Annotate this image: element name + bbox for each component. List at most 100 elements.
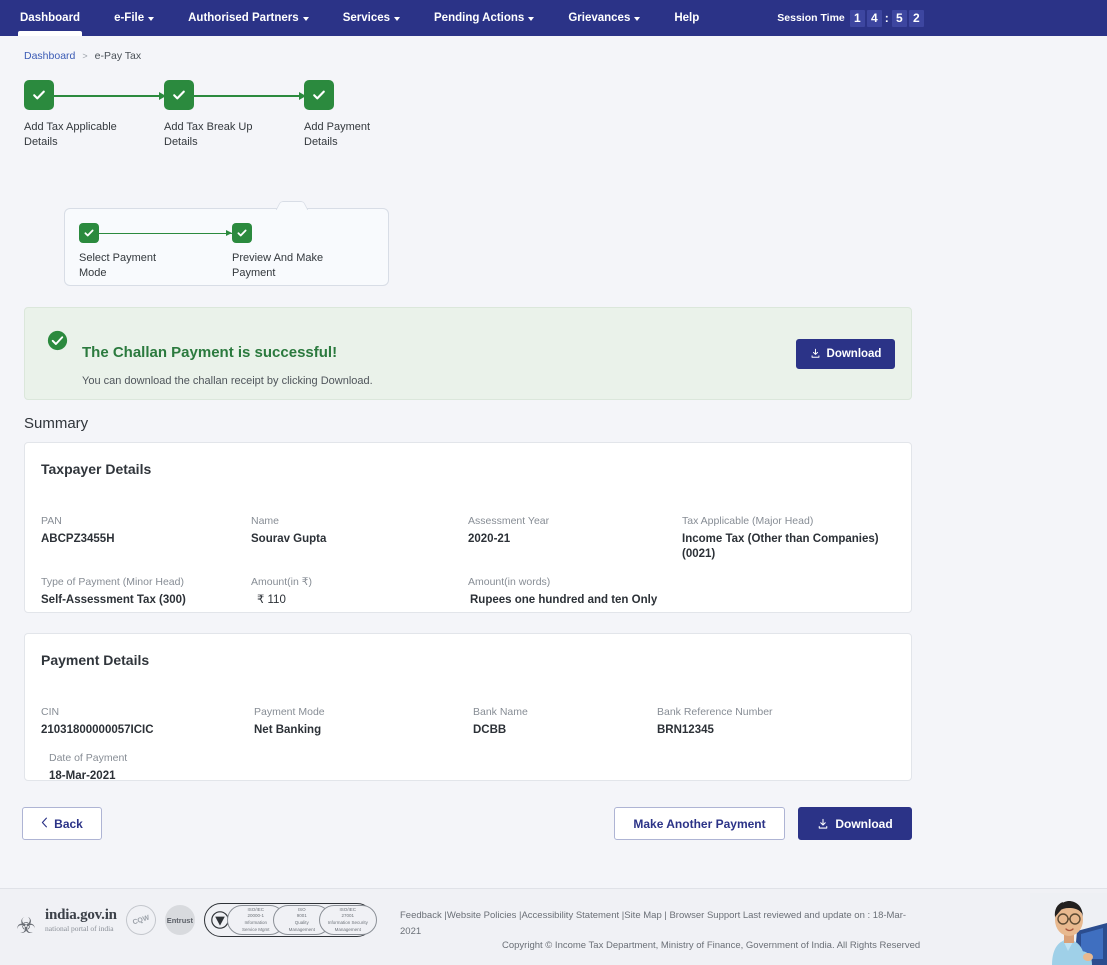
chevron-down-icon [148, 17, 154, 21]
download-button-label: Download [835, 817, 892, 831]
field-amount-in-words: Amount(in words) Rupees one hundred and … [468, 576, 728, 608]
chevron-left-icon [41, 817, 48, 831]
nav-item-label: Authorised Partners [188, 12, 299, 24]
nav-item-efile[interactable]: e-File [114, 0, 154, 36]
field-type-of-payment-minor-head: Type of Payment (Minor Head) Self-Assess… [41, 576, 251, 608]
chevron-down-icon [394, 17, 400, 21]
step-label-line2: Details [164, 136, 198, 148]
cqw-seal-icon: CQW [122, 901, 160, 939]
india-gov-title: india.gov.in [45, 907, 117, 924]
field-label: Bank Name [473, 706, 673, 718]
field-bank-reference-number: Bank Reference Number BRN12345 [657, 706, 877, 738]
stepper-connector [194, 95, 306, 97]
nav-item-label: Grievances [568, 12, 630, 24]
banner-download-label: Download [827, 348, 882, 360]
progress-stepper: Add Tax Applicable Details Add Tax Break… [24, 80, 444, 150]
breadcrumb-current: e-Pay Tax [95, 50, 142, 62]
stepper-step-label: Add Payment Details [304, 120, 414, 150]
download-icon [810, 348, 821, 359]
field-label: Name [251, 515, 451, 527]
nav-item-pending-actions[interactable]: Pending Actions [434, 0, 534, 36]
field-tax-applicable-major-head: Tax Applicable (Major Head) Income Tax (… [682, 515, 892, 562]
field-value: Income Tax (Other than Companies) (0021) [682, 532, 892, 562]
cqw-seal-label: CQW [132, 914, 150, 926]
session-timer: Session Time 1 4 : 5 2 [777, 10, 924, 27]
iso-badge-line4: Management [335, 927, 361, 934]
iso-badge-line4: Service Mgmt [242, 927, 270, 934]
stepper-step-1[interactable]: Add Tax Applicable Details [24, 80, 164, 150]
nav-item-dashboard[interactable]: Dashboard [20, 0, 80, 36]
india-gov-logo[interactable]: india.gov.in national portal of india [45, 907, 117, 933]
chevron-down-icon [528, 17, 534, 21]
virtual-assistant-avatar[interactable] [1030, 893, 1107, 965]
field-value: ₹ 110 [251, 593, 451, 608]
field-label: Amount(in words) [468, 576, 728, 588]
nav-item-help[interactable]: Help [674, 0, 699, 36]
substep-select-payment-mode[interactable]: Select Payment Mode [79, 223, 232, 281]
download-icon [817, 818, 829, 830]
field-value: Rupees one hundred and ten Only [468, 593, 728, 608]
success-banner: The Challan Payment is successful! You c… [24, 307, 912, 400]
back-button-label: Back [54, 817, 83, 831]
success-banner-subtitle: You can download the challan receipt by … [82, 375, 796, 387]
field-label: Date of Payment [49, 752, 249, 764]
breadcrumb: Dashboard > e-Pay Tax [0, 36, 1107, 62]
nav-item-grievances[interactable]: Grievances [568, 0, 640, 36]
stepper-step-2[interactable]: Add Tax Break Up Details [164, 80, 304, 150]
field-label: Assessment Year [468, 515, 668, 527]
nav-item-label: Services [343, 12, 390, 24]
back-button[interactable]: Back [22, 807, 102, 840]
field-name: Name Sourav Gupta [251, 515, 451, 547]
payment-details-heading: Payment Details [25, 634, 911, 668]
national-emblem-icon: ☣ [16, 903, 36, 937]
banner-download-button[interactable]: Download [796, 339, 895, 369]
success-check-icon [47, 330, 68, 356]
check-icon [232, 223, 252, 243]
payment-details-card: Payment Details CIN 21031800000057ICIC P… [24, 633, 912, 781]
taxpayer-details-card: Taxpayer Details PAN ABCPZ3455H Name Sou… [24, 442, 912, 613]
callout-arrow [288, 201, 309, 210]
iso-badge-line2: 20000-1 [248, 913, 265, 920]
iso-badge-line1: ISO/IEC [248, 907, 265, 914]
iso-badge-line3: Information [245, 920, 268, 927]
field-date-of-payment: Date of Payment 18-Mar-2021 [49, 752, 249, 784]
field-value: DCBB [473, 723, 673, 738]
nav-item-label: Dashboard [20, 12, 80, 24]
check-icon [304, 80, 334, 110]
footer-logos: ☣ india.gov.in national portal of india … [16, 903, 374, 937]
footer-links[interactable]: Feedback |Website Policies |Accessibilit… [400, 908, 920, 940]
nav-item-authorised-partners[interactable]: Authorised Partners [188, 0, 309, 36]
field-label: Payment Mode [254, 706, 454, 718]
substep-list: Select Payment Mode Preview And Make Pay… [65, 209, 388, 281]
session-timer-digits: 1 4 : 5 2 [850, 10, 924, 27]
field-payment-mode: Payment Mode Net Banking [254, 706, 454, 738]
footer-copyright: Copyright © Income Tax Department, Minis… [502, 940, 920, 951]
summary-heading: Summary [24, 415, 88, 432]
substep-panel: Select Payment Mode Preview And Make Pay… [64, 208, 389, 286]
substep-connector [99, 233, 232, 234]
field-value: Sourav Gupta [251, 532, 451, 547]
field-amount-in-rupees: Amount(in ₹) ₹ 110 [251, 576, 451, 608]
session-digit: 1 [850, 10, 865, 27]
step-label-line1: Add Payment [304, 121, 370, 133]
nav-item-services[interactable]: Services [343, 0, 400, 36]
substep-label-line1: Preview And Make [232, 252, 323, 264]
taxpayer-details-heading: Taxpayer Details [25, 443, 911, 477]
substep-preview-and-make-payment[interactable]: Preview And Make Payment [232, 223, 385, 281]
make-another-payment-label: Make Another Payment [633, 817, 765, 831]
field-value: 21031800000057ICIC [41, 723, 241, 738]
nav-menu: Dashboard e-File Authorised Partners Ser… [0, 0, 733, 36]
nav-item-label: Help [674, 12, 699, 24]
stepper-step-3[interactable]: Add Payment Details [304, 80, 444, 150]
field-assessment-year: Assessment Year 2020-21 [468, 515, 668, 547]
iso-certification-badges: ISO/IEC 20000-1 Information Service Mgmt… [204, 903, 374, 937]
iso-badge-line2: 27001 [342, 913, 355, 920]
iso-badge-line2: 9001 [297, 913, 307, 920]
download-button[interactable]: Download [798, 807, 912, 840]
field-pan: PAN ABCPZ3455H [41, 515, 241, 547]
substep-label: Select Payment Mode [79, 251, 189, 281]
field-label: Tax Applicable (Major Head) [682, 515, 892, 527]
make-another-payment-button[interactable]: Make Another Payment [614, 807, 785, 840]
substep-label-line1: Select Payment [79, 252, 156, 264]
breadcrumb-link-dashboard[interactable]: Dashboard [24, 50, 75, 62]
